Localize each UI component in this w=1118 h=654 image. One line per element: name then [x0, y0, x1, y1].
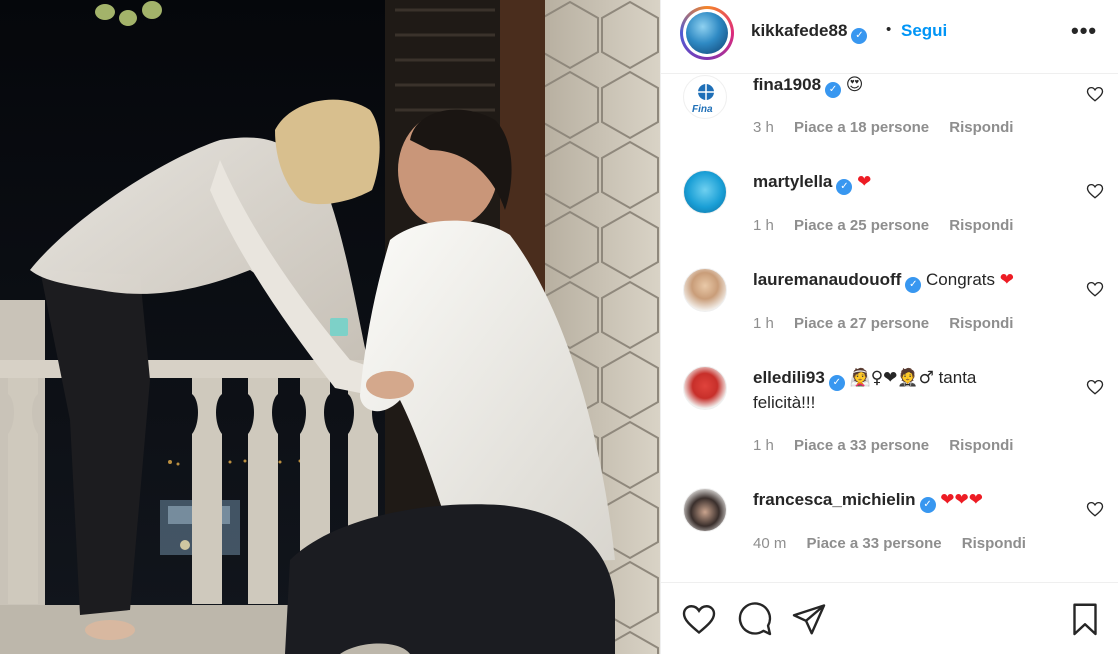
comment-like-heart-icon[interactable]: [1086, 182, 1104, 200]
comment-text: elledili93 ✓ 👰♀❤🤵♂ tanta felicità!!!: [753, 366, 1043, 415]
comment-avatar[interactable]: [683, 366, 727, 410]
header-separator: •: [886, 21, 892, 38]
comment-emoji: ❤: [999, 270, 1014, 290]
comment-likes-link[interactable]: Piace a 27 persone: [794, 315, 929, 332]
comment-likes-link[interactable]: Piace a 33 persone: [807, 535, 942, 552]
comment-meta: 1 h Piace a 25 persone Rispondi: [753, 217, 1029, 234]
more-icon[interactable]: •••: [1071, 18, 1097, 44]
comment-time: 3 h: [753, 119, 774, 136]
comment-avatar[interactable]: [683, 488, 727, 532]
comment-username[interactable]: francesca_michielin: [753, 490, 916, 509]
comment-avatar[interactable]: Fina: [683, 75, 727, 119]
fina-logo-icon: Fina: [692, 84, 714, 115]
comment-like-heart-icon[interactable]: [1086, 85, 1104, 103]
comment-time: 1 h: [753, 315, 774, 332]
comment-username[interactable]: lauremanaudouoff: [753, 270, 901, 289]
comment-meta: 3 h Piace a 18 persone Rispondi: [753, 119, 1029, 136]
comment-username[interactable]: martylella: [753, 172, 832, 191]
verified-badge-icon: ✓: [851, 28, 868, 44]
comment-reply-button[interactable]: Rispondi: [949, 315, 1013, 332]
post-image: [0, 0, 660, 654]
comment-time: 40 m: [753, 535, 787, 552]
comment-reply-button[interactable]: Rispondi: [949, 217, 1013, 234]
comment-meta: 1 h Piace a 27 persone Rispondi: [753, 315, 1029, 332]
author-username[interactable]: kikkafede88 ✓: [751, 21, 868, 44]
comment-time: 1 h: [753, 437, 774, 454]
comment-text: fina1908 ✓ 😍: [753, 75, 1043, 98]
heart-icon[interactable]: [681, 601, 717, 637]
comment-text: francesca_michielin ✓ ❤❤❤: [753, 488, 1073, 513]
comment-emoji: 👰♀❤🤵♂: [849, 368, 934, 388]
comment-time: 1 h: [753, 217, 774, 234]
comment-reply-button[interactable]: Rispondi: [962, 535, 1026, 552]
comment-like-heart-icon[interactable]: [1086, 378, 1104, 396]
verified-badge-icon: ✓: [825, 82, 842, 98]
comment-likes-link[interactable]: Piace a 33 persone: [794, 437, 929, 454]
avatar-border: [683, 9, 731, 57]
comment-emoji: ❤❤❤: [940, 490, 983, 510]
verified-badge-icon: ✓: [905, 277, 922, 293]
comment-reply-button[interactable]: Rispondi: [949, 437, 1013, 454]
comment-reply-button[interactable]: Rispondi: [949, 119, 1013, 136]
share-icon[interactable]: [791, 601, 827, 637]
comment-text: martylella ✓ ❤: [753, 170, 1043, 195]
comment-emoji: ❤: [857, 172, 872, 192]
comments-list[interactable]: Fina fina1908 ✓ 😍 3 h Piace a 18 persone …: [661, 75, 1118, 580]
verified-badge-icon: ✓: [919, 497, 936, 513]
post-header: kikkafede88 ✓ • Segui •••: [661, 0, 1118, 74]
comment-username[interactable]: elledili93: [753, 368, 825, 387]
comment-icon[interactable]: [737, 601, 773, 637]
follow-button[interactable]: Segui: [901, 21, 947, 41]
avatar-image: [686, 12, 728, 54]
author-username-text[interactable]: kikkafede88: [751, 21, 847, 40]
comment-likes-link[interactable]: Piace a 25 persone: [794, 217, 929, 234]
svg-text:Fina: Fina: [692, 104, 713, 115]
comment-text: lauremanaudouoff ✓ Congrats ❤: [753, 268, 1073, 293]
comment-like-heart-icon[interactable]: [1086, 500, 1104, 518]
post-side-panel: kikkafede88 ✓ • Segui ••• Fina fina1908 ✓ …: [660, 0, 1118, 654]
comment-username[interactable]: fina1908: [753, 75, 821, 94]
comment-emoji: 😍: [845, 75, 864, 95]
comment-meta: 1 h Piace a 33 persone Rispondi: [753, 437, 1029, 454]
post-photo[interactable]: [0, 0, 660, 654]
bookmark-icon[interactable]: [1067, 601, 1103, 637]
comment-likes-link[interactable]: Piace a 18 persone: [794, 119, 929, 136]
verified-badge-icon: ✓: [828, 375, 845, 391]
comment-like-heart-icon[interactable]: [1086, 280, 1104, 298]
comment-body: Congrats: [926, 270, 996, 289]
author-avatar[interactable]: [680, 6, 734, 60]
verified-badge-icon: ✓: [836, 179, 853, 195]
comment-meta: 40 m Piace a 33 persone Rispondi: [753, 535, 1042, 552]
post-actions-bar: [661, 582, 1118, 654]
comment-avatar[interactable]: [683, 268, 727, 312]
comment-avatar[interactable]: [683, 170, 727, 214]
